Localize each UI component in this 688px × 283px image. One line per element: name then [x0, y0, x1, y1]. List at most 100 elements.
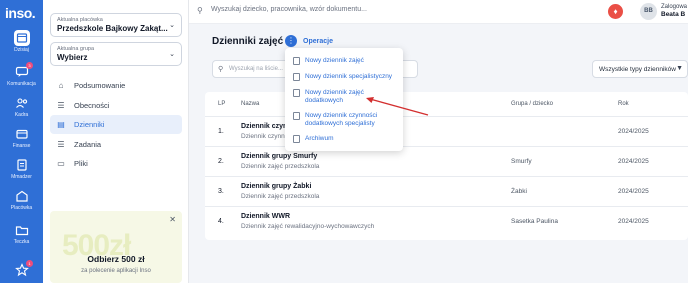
page-title: Dzienniki zajęć — [212, 36, 284, 47]
table-row[interactable]: 3. Dziennik grupy Żabki Dziennik zajęć p… — [205, 176, 688, 205]
menu-item-new-specialist-journal[interactable]: Nowy dziennik specjalistyczny — [293, 73, 397, 81]
menu-item-archive[interactable]: Archiwum — [293, 135, 397, 143]
rail-item-finanse[interactable]: Finanse — [0, 126, 43, 149]
building-icon — [14, 188, 30, 204]
row-name: Dziennik grupy Żabki — [241, 183, 312, 190]
row-group: Sasetka Paulina — [511, 218, 558, 225]
document-icon — [293, 73, 300, 81]
journal-type-filter[interactable]: Wszystkie typy dzienników ▼ — [592, 60, 688, 78]
sidebar-item-pliki[interactable]: ▭ Pliki — [50, 154, 182, 173]
table-row[interactable]: 2. Dziennik grupy Smurfy Dziennik zajęć … — [205, 146, 688, 175]
row-group: Smurfy — [511, 158, 532, 165]
document-icon — [293, 112, 300, 120]
chevron-down-icon: ⌄ — [169, 51, 175, 58]
promo-subtitle: za polecenie aplikacji Inso — [81, 268, 151, 274]
row-lp: 2. — [218, 158, 224, 165]
user-caption: Zalogowa — [661, 4, 688, 10]
row-description: Dziennik zajęć przedszkola — [241, 193, 320, 200]
table-row[interactable]: 4. Dziennik WWR Dziennik zajęć rewalidac… — [205, 206, 688, 235]
rail-item-mmadzer[interactable]: Mmadzer — [0, 157, 43, 180]
bell-icon[interactable]: ♦ — [608, 4, 623, 19]
secondary-sidebar: Aktualna placówka Przedszkole Bajkowy Za… — [43, 0, 189, 283]
journal-type-value: Wszystkie typy dzienników — [599, 66, 676, 73]
sidebar-item-label: Dzienniki — [74, 120, 105, 129]
group-select[interactable]: Aktualna grupa Wybierz ⌄ — [50, 42, 182, 66]
rail-label: Finanse — [12, 143, 31, 149]
rail-item-komunikacja[interactable]: 3 Komunikacja — [0, 62, 43, 87]
people-icon — [14, 95, 30, 111]
rail-label: Placówka — [10, 205, 33, 211]
more-vertical-icon[interactable]: ⋮ — [285, 35, 297, 47]
journals-table: LP Nazwa Grupa / dziecko Rok 1. Dziennik… — [205, 92, 688, 240]
sidebar-item-obecnosci[interactable]: ☰ Obecności — [50, 96, 182, 115]
close-icon[interactable]: ✕ — [169, 215, 176, 224]
avatar[interactable]: BB — [640, 3, 657, 20]
sidebar-item-label: Pliki — [74, 159, 88, 168]
document-icon — [14, 157, 30, 173]
facility-select[interactable]: Aktualna placówka Przedszkole Bajkowy Za… — [50, 13, 182, 37]
operations-button[interactable]: Operacje — [303, 38, 333, 45]
wallet-icon — [14, 126, 30, 142]
app-rail: inso. Dzisiaj 3 Komunikacja Kadra Finans… — [0, 0, 43, 283]
rail-label: Dzisiaj — [14, 47, 29, 53]
top-bar: ⚲ Wyszukaj dziecko, pracownika, wzór dok… — [189, 0, 688, 24]
rail-item-dzisiaj[interactable]: Dzisiaj — [0, 30, 43, 53]
facility-value: Przedszkole Bajkowy Zakąt... — [57, 24, 168, 33]
list-search-placeholder: Wyszukaj na liście... — [229, 66, 283, 72]
column-header-group[interactable]: Grupa / dziecko — [511, 101, 553, 107]
group-value: Wybierz — [57, 53, 88, 62]
column-header-name[interactable]: Nazwa — [241, 101, 259, 107]
row-lp: 4. — [218, 218, 224, 225]
table-row[interactable]: 1. Dziennik czynn Dziennik czynn 2024/20… — [205, 116, 688, 145]
sidebar-item-label: Obecności — [74, 101, 110, 110]
notification-badge: 1 — [26, 260, 33, 267]
menu-item-label: Nowy dziennik zajęć — [305, 57, 364, 64]
filter-icon: ▼ — [676, 65, 683, 72]
rail-label: Kadra — [14, 112, 29, 118]
sidebar-item-label: Podsumowanie — [74, 81, 126, 90]
folder-icon: ▭ — [57, 159, 65, 168]
row-year: 2024/2025 — [618, 128, 649, 135]
rail-label: Teczka — [13, 239, 30, 245]
row-description: Dziennik czynn — [241, 133, 285, 140]
row-lp: 1. — [218, 128, 224, 135]
rail-label: Mmadzer — [11, 174, 32, 180]
home-icon: ⌂ — [58, 81, 64, 90]
referral-promo[interactable]: ✕ 500zł Odbierz 500 zł za polecenie apli… — [50, 211, 182, 283]
global-search-input[interactable]: Wyszukaj dziecko, pracownika, wzór dokum… — [211, 6, 367, 13]
sidebar-item-dzienniki[interactable]: ▤ Dzienniki — [50, 115, 182, 134]
column-header-lp: LP — [218, 101, 226, 107]
row-group: Żabki — [511, 188, 527, 195]
group-caption: Aktualna grupa — [57, 46, 94, 52]
rail-item-placowka[interactable]: Placówka — [0, 188, 43, 211]
user-name[interactable]: Beata B — [661, 11, 685, 18]
rail-item-teczka[interactable]: Teczka — [0, 222, 43, 245]
rail-item-kadra[interactable]: Kadra — [0, 95, 43, 118]
menu-item-new-journal[interactable]: Nowy dziennik zajęć — [293, 57, 397, 65]
row-name: Dziennik WWR — [241, 213, 290, 220]
menu-item-label: Nowy dziennik specjalistyczny — [305, 73, 393, 80]
row-lp: 3. — [218, 188, 224, 195]
annotation-arrow-icon — [366, 97, 429, 116]
rail-item-star[interactable]: 1 — [0, 260, 43, 278]
sidebar-item-zadania[interactable]: ☰ Zadania — [50, 135, 182, 154]
document-icon — [293, 57, 300, 65]
tasks-icon: ☰ — [57, 140, 65, 149]
row-year: 2024/2025 — [618, 218, 649, 225]
row-description: Dziennik zajęć rewalidacyjno-wychowawczy… — [241, 223, 375, 230]
row-name: Dziennik grupy Smurfy — [241, 153, 318, 160]
facility-caption: Aktualna placówka — [57, 17, 103, 23]
list-icon: ☰ — [57, 101, 65, 110]
archive-icon — [293, 135, 300, 143]
document-icon — [293, 89, 300, 97]
app-logo: inso. — [5, 5, 36, 21]
column-header-year[interactable]: Rok — [618, 101, 629, 107]
chevron-down-icon: ⌄ — [169, 22, 175, 29]
sidebar-item-label: Zadania — [74, 140, 102, 149]
sidebar-item-podsumowanie[interactable]: ⌂ Podsumowanie — [50, 76, 182, 95]
folder-icon — [14, 222, 30, 238]
row-description: Dziennik zajęć przedszkola — [241, 163, 320, 170]
search-icon: ⚲ — [197, 6, 203, 15]
row-year: 2024/2025 — [618, 158, 649, 165]
row-name: Dziennik czynn — [241, 123, 292, 130]
